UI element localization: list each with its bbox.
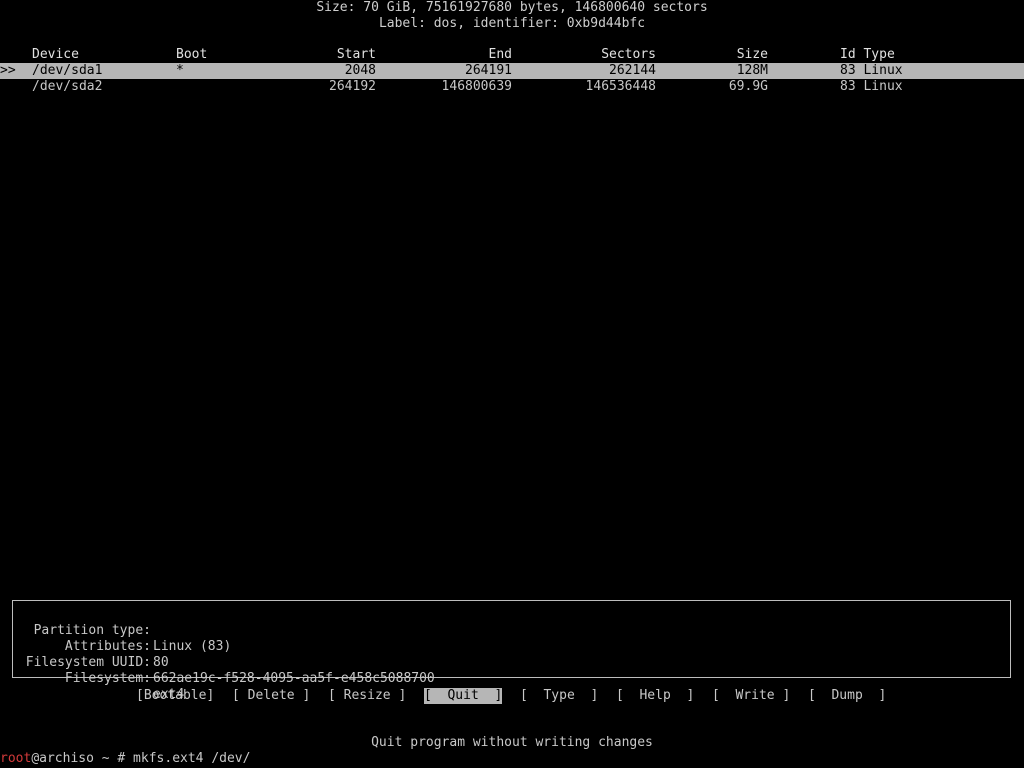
column-header-sectors: Sectors bbox=[601, 47, 656, 62]
resize-button[interactable]: [ Resize ] bbox=[328, 688, 406, 704]
info-filesystem: Filesystem: ext4 bbox=[13, 655, 1010, 702]
prompt-command: @archiso ~ # mkfs.ext4 /dev/ bbox=[31, 751, 251, 766]
partition-device: /dev/sda1 bbox=[32, 63, 103, 78]
table-header: Device Boot Start End Sectors Size Id Ty… bbox=[0, 47, 1024, 63]
info-value: 662ae19c-f528-4095-aa5f-e458c5088700 bbox=[153, 671, 435, 686]
partition-boot-flag: * bbox=[176, 63, 184, 78]
selection-marker: >> bbox=[0, 63, 16, 78]
prompt-user: root bbox=[0, 751, 32, 766]
partition-info-box: Partition type: Linux (83) Attributes: 8… bbox=[12, 600, 1011, 702]
partition-end: 264191 bbox=[465, 63, 512, 78]
type-button[interactable]: [ Type ] bbox=[520, 688, 598, 704]
column-header-boot: Boot bbox=[176, 47, 208, 62]
column-header-end: End bbox=[488, 47, 512, 62]
status-hint: Quit program without writing changes bbox=[371, 735, 653, 750]
partition-sectors: 262144 bbox=[609, 63, 656, 78]
partition-end: 146800639 bbox=[441, 79, 512, 94]
disk-label-info: Label: dos, identifier: 0xb9d44bfc bbox=[378, 16, 646, 31]
partition-size: 69.9G bbox=[728, 79, 768, 94]
partition-size: 128M bbox=[736, 63, 768, 78]
partition-device: /dev/sda2 bbox=[32, 79, 103, 94]
info-label: Filesystem: bbox=[64, 671, 151, 686]
info-partition-type: Partition type: Linux (83) bbox=[13, 607, 1010, 654]
partition-start: 2048 bbox=[344, 63, 376, 78]
partition-row[interactable]: /dev/sda2 264192 146800639 146536448 69.… bbox=[0, 79, 1024, 95]
partition-sectors: 146536448 bbox=[585, 79, 656, 94]
write-button[interactable]: [ Write ] bbox=[712, 688, 790, 704]
partition-row[interactable]: >> /dev/sda1 * 2048 264191 262144 128M 8… bbox=[0, 63, 1024, 79]
column-header-device: Device bbox=[32, 47, 79, 62]
quit-button[interactable]: [ Quit ] bbox=[424, 688, 503, 704]
column-header-size: Size bbox=[736, 47, 768, 62]
partition-id-type: 83 Linux bbox=[840, 63, 903, 78]
column-header-start: Start bbox=[336, 47, 376, 62]
shell-prompt[interactable]: root@archiso ~ # mkfs.ext4 /dev/ bbox=[0, 751, 250, 767]
partition-id-type: 83 Linux bbox=[840, 79, 903, 94]
delete-button[interactable]: [ Delete ] bbox=[232, 688, 310, 704]
disk-size-info: Size: 70 GiB, 75161927680 bytes, 1468006… bbox=[316, 0, 708, 15]
info-filesystem-uuid: Filesystem UUID: 662ae19c-f528-4095-aa5f… bbox=[13, 639, 1010, 686]
column-header-id-type: Id Type bbox=[840, 47, 895, 62]
partition-start: 264192 bbox=[329, 79, 376, 94]
dump-button[interactable]: [ Dump ] bbox=[808, 688, 886, 704]
info-attributes: Attributes: 80 bbox=[13, 623, 1010, 670]
help-button[interactable]: [ Help ] bbox=[616, 688, 694, 704]
bootable-button[interactable]: [Bootable] bbox=[136, 688, 214, 704]
